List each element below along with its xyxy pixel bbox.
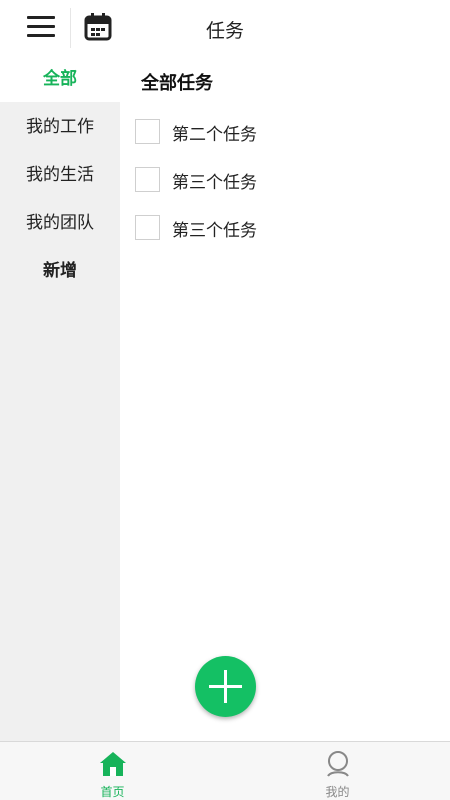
header-divider [70,8,71,48]
tab-mine-label: 我的 [325,785,350,799]
sidebar-item-my-work[interactable]: 我的工作 [0,104,120,150]
task-item[interactable]: 第三个任务 [135,165,435,195]
tab-home-label: 首页 [100,785,125,799]
app-header: 任务 [0,0,450,56]
sidebar-item-add-new[interactable]: 新增 [0,248,120,294]
task-item[interactable]: 第二个任务 [135,117,435,147]
page-title: 任务 [205,20,244,42]
bottom-tab-bar: 首页 我的 [0,741,450,800]
task-checkbox[interactable] [135,215,160,240]
section-title: 全部任务 [141,73,213,94]
task-checkbox[interactable] [135,167,160,192]
menu-button[interactable] [27,14,57,40]
task-item[interactable]: 第三个任务 [135,213,435,243]
hamburger-menu-icon [27,16,55,19]
task-label: 第三个任务 [172,173,257,193]
sidebar-item-all[interactable]: 全部 [0,56,120,102]
task-label: 第三个任务 [172,221,257,241]
task-label: 第二个任务 [172,125,257,145]
hamburger-menu-icon-bar [27,34,55,37]
task-checkbox[interactable] [135,119,160,144]
add-task-button[interactable] [195,656,256,717]
sidebar-item-my-life[interactable]: 我的生活 [0,152,120,198]
tab-mine[interactable]: 我的 [225,742,450,800]
sidebar-item-my-team[interactable]: 我的团队 [0,200,120,246]
hamburger-menu-icon-bar [27,25,55,28]
calendar-icon [84,13,112,41]
tab-home[interactable]: 首页 [0,742,225,800]
plus-icon-vertical [224,670,227,703]
user-icon [327,751,349,777]
task-list-panel: 全部任务 第二个任务 第三个任务 第三个任务 [120,56,450,741]
home-icon [100,752,126,776]
category-sidebar: 全部 我的工作 我的生活 我的团队 新增 [0,56,120,741]
calendar-button[interactable] [84,12,112,42]
